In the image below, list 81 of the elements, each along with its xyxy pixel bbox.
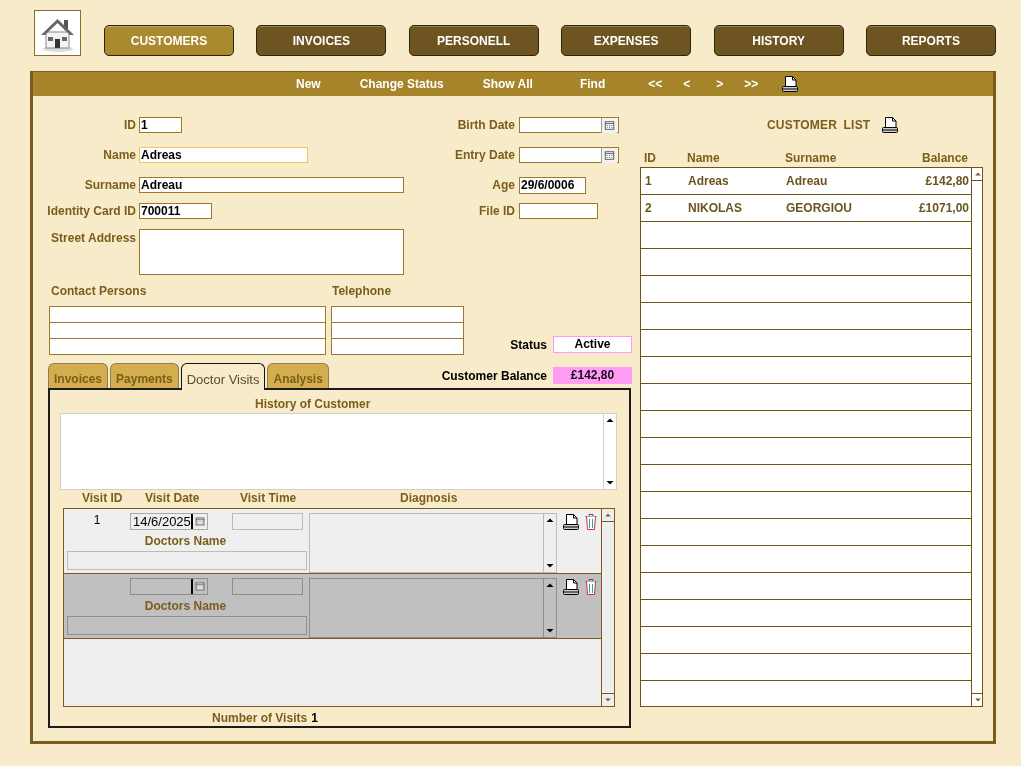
field-label: Age <box>492 177 516 193</box>
tab[interactable]: Doctor Visits <box>180 363 266 390</box>
field-label: History of Customer <box>255 397 371 411</box>
printer-icon[interactable] <box>562 513 580 531</box>
toolbar-button[interactable]: New <box>296 77 321 91</box>
field-label: Status <box>510 337 547 352</box>
input-field[interactable] <box>49 338 326 355</box>
column-header: Contact Persons <box>51 283 147 299</box>
text-field[interactable]: 29/6/0006 <box>519 177 586 194</box>
field-label: Doctors Name <box>143 534 228 548</box>
date-field[interactable] <box>519 117 619 133</box>
column-header: Surname <box>785 150 837 166</box>
toolbar-button[interactable]: Show All <box>482 77 533 91</box>
toolbar-button[interactable]: > <box>716 77 724 91</box>
text-field[interactable]: 700011 <box>139 203 212 219</box>
table-cell: Adreas <box>688 174 729 188</box>
status-field[interactable]: Active <box>553 336 632 353</box>
toolbar-button[interactable]: << <box>648 77 663 91</box>
table-cell: £1071,00 <box>918 201 969 215</box>
home-icon[interactable] <box>34 10 81 56</box>
text-field[interactable] <box>519 203 598 219</box>
field-label: ID <box>124 117 137 133</box>
column-header: Diagnosis <box>400 491 458 505</box>
table-cell: 1 <box>645 174 652 188</box>
nav-button[interactable]: INVOICES <box>256 25 387 56</box>
column-header: ID <box>644 150 656 166</box>
table-cell: 2 <box>645 201 652 215</box>
nav-button[interactable]: PERSONELL <box>408 25 539 56</box>
table-cell: NIKOLAS <box>688 201 742 215</box>
text-field[interactable]: Adreau <box>139 177 404 193</box>
printer-icon[interactable] <box>562 578 580 596</box>
nav-button[interactable]: EXPENSES <box>561 25 692 56</box>
column-header: Telephone <box>332 283 392 299</box>
date-field[interactable]: 14/6/2025 <box>130 513 208 530</box>
nav-button[interactable]: REPORTS <box>865 25 996 56</box>
field-label: Entry Date <box>454 147 516 163</box>
table-cell: Adreau <box>786 174 828 188</box>
field-label: Customer Balance <box>441 368 547 383</box>
printer-icon[interactable] <box>781 75 800 93</box>
visit-id-text: 1 <box>92 513 102 529</box>
field-label: Doctors Name <box>143 599 228 613</box>
trash-icon[interactable] <box>584 513 598 531</box>
toolbar-button[interactable]: Find <box>579 77 606 91</box>
input-field[interactable] <box>331 338 464 355</box>
date-field[interactable] <box>519 147 619 163</box>
text-field[interactable]: Adreas <box>139 147 308 163</box>
text-field[interactable] <box>67 551 307 570</box>
date-field[interactable] <box>130 578 208 595</box>
field-label: File ID <box>479 203 516 219</box>
count-value: 1 <box>311 711 318 725</box>
scrollbar[interactable] <box>543 579 556 637</box>
text-field[interactable]: 1 <box>139 117 182 133</box>
list-title: CUSTOMER LIST <box>767 117 871 133</box>
field-label: Street Address <box>51 230 137 246</box>
printer-icon[interactable] <box>881 116 900 134</box>
text-area[interactable] <box>139 229 404 275</box>
time-field[interactable] <box>232 578 303 595</box>
column-header: Visit ID <box>82 491 123 505</box>
toolbar-button[interactable]: >> <box>744 77 759 91</box>
toolbar-button[interactable]: Change Status <box>359 77 444 91</box>
toolbar-button[interactable]: < <box>683 77 691 91</box>
time-field[interactable] <box>232 513 303 530</box>
trash-icon[interactable] <box>584 578 598 596</box>
balance-field: £142,80 <box>553 367 632 384</box>
field-label: Name <box>103 147 137 163</box>
column-header: Visit Date <box>145 491 200 505</box>
nav-button[interactable]: HISTORY <box>713 25 844 56</box>
calendar-icon[interactable] <box>191 579 207 594</box>
field-label: Birth Date <box>457 117 516 133</box>
text-field[interactable] <box>67 616 307 635</box>
scrollbar[interactable] <box>543 514 556 572</box>
column-header: Balance <box>921 150 968 166</box>
field-label: Identity Card ID <box>47 203 137 219</box>
table-cell: £142,80 <box>925 174 969 188</box>
scrollbar[interactable] <box>971 168 982 706</box>
table-cell: GEORGIOU <box>786 201 852 215</box>
calendar-icon[interactable] <box>191 514 207 529</box>
field-label: Surname <box>84 177 137 193</box>
column-header: Visit Time <box>240 491 297 505</box>
field-label: Number of Visits <box>212 711 308 725</box>
column-header: Name <box>687 150 720 166</box>
